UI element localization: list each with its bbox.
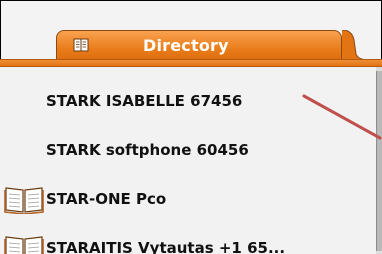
book-icon xyxy=(73,37,89,53)
list-item[interactable]: STAR-ONE Pco xyxy=(0,181,376,217)
list-item[interactable]: STARK ISABELLE 67456 xyxy=(0,83,376,119)
tab-underline-band xyxy=(0,59,382,67)
list-item-label: STARAITIS Vytautas +1 65... xyxy=(46,239,286,254)
scrollbar-thumb[interactable] xyxy=(376,71,382,251)
tab-corner xyxy=(341,30,382,61)
list-item[interactable]: STARAITIS Vytautas +1 65... xyxy=(0,230,376,254)
tab-label: Directory xyxy=(143,36,229,55)
list-item[interactable]: STARK softphone 60456 xyxy=(0,132,376,168)
tab-directory[interactable]: Directory xyxy=(56,30,342,60)
list-item-label: STARK softphone 60456 xyxy=(46,141,249,159)
list-scrollbar[interactable] xyxy=(376,67,382,254)
list-item-label: STARK ISABELLE 67456 xyxy=(46,92,243,110)
list-item-label: STAR-ONE Pco xyxy=(46,190,167,208)
book-icon xyxy=(4,184,44,215)
book-icon xyxy=(4,233,44,254)
directory-list: STARK ISABELLE 67456 STARK softphone 604… xyxy=(0,67,376,254)
